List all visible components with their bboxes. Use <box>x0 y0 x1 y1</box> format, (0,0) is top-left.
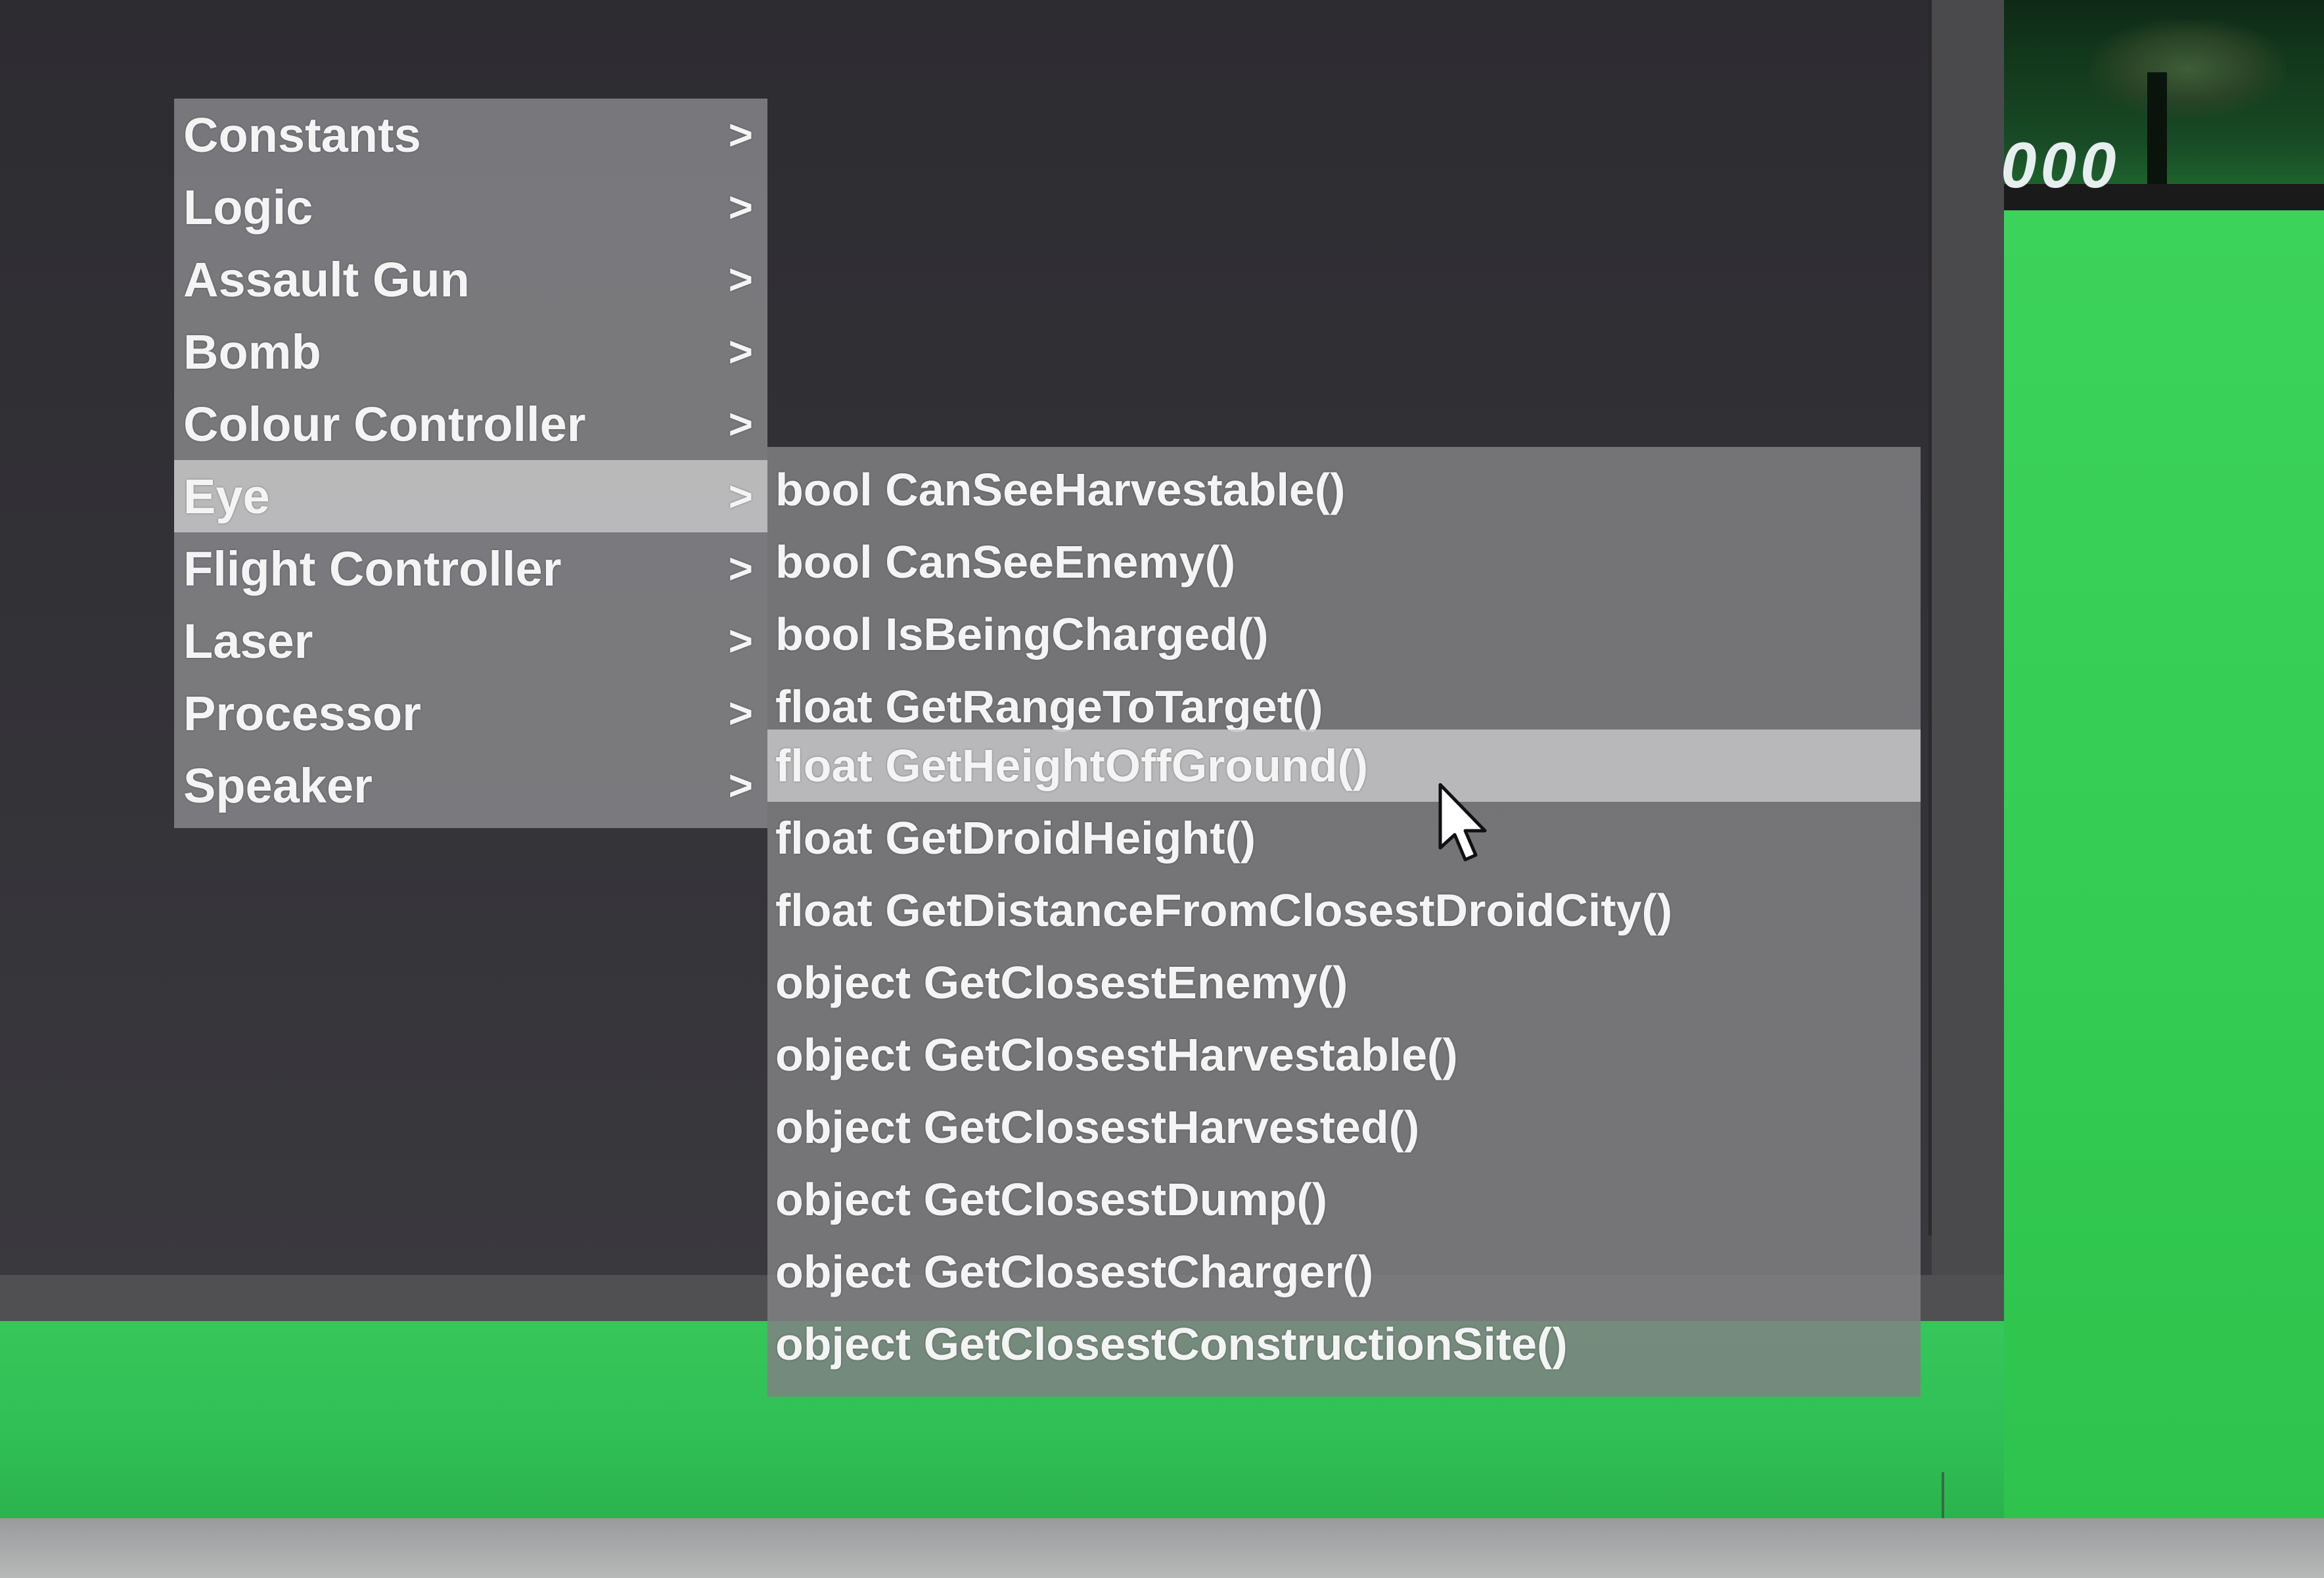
submenu-arrow-icon: > <box>728 111 753 158</box>
submenu-item-get-closest-construction-site[interactable]: object GetClosestConstructionSite() <box>767 1308 1921 1380</box>
submenu-arrow-icon: > <box>728 183 753 231</box>
menu-item-label: Laser <box>183 613 313 668</box>
menu-item-logic[interactable]: Logic > <box>174 171 767 243</box>
menu-item-label: Processor <box>183 685 421 741</box>
submenu-item-get-distance-from-closest-droid-city[interactable]: float GetDistanceFromClosestDroidCity() <box>767 874 1921 946</box>
submenu-arrow-icon: > <box>728 762 753 809</box>
menu-item-flight-controller[interactable]: Flight Controller > <box>174 532 767 605</box>
submenu-arrow-icon: > <box>728 256 753 303</box>
submenu-arrow-icon: > <box>728 328 753 375</box>
submenu-item-get-height-off-ground[interactable]: float GetHeightOffGround() <box>767 730 1921 802</box>
menu-item-laser[interactable]: Laser > <box>174 605 767 677</box>
menu-item-label: Bomb <box>183 324 321 379</box>
submenu-item-get-closest-charger[interactable]: object GetClosestCharger() <box>767 1236 1921 1308</box>
menu-item-label: Constants <box>183 107 421 162</box>
submenu-item-can-see-harvestable[interactable]: bool CanSeeHarvestable() <box>767 453 1921 526</box>
taskbar <box>0 1518 2324 1578</box>
menu-item-label: Assault Gun <box>183 252 470 307</box>
eye-submenu: bool CanSeeHarvestable() bool CanSeeEnem… <box>767 447 1921 1397</box>
submenu-arrow-icon: > <box>728 400 753 448</box>
submenu-item-get-closest-enemy[interactable]: object GetClosestEnemy() <box>767 946 1921 1019</box>
submenu-item-get-closest-harvested[interactable]: object GetClosestHarvested() <box>767 1091 1921 1163</box>
menu-item-label: Logic <box>183 179 313 235</box>
menu-item-label: Speaker <box>183 758 373 813</box>
game-view <box>2004 0 2324 1578</box>
submenu-item-can-see-enemy[interactable]: bool CanSeeEnemy() <box>767 526 1921 598</box>
score-counter: 000 <box>2001 129 2120 201</box>
submenu-arrow-icon: > <box>728 473 753 520</box>
menu-item-eye[interactable]: Eye > <box>174 460 767 532</box>
menu-item-processor[interactable]: Processor > <box>174 677 767 749</box>
submenu-item-is-being-charged[interactable]: bool IsBeingCharged() <box>767 598 1921 670</box>
menu-item-bomb[interactable]: Bomb > <box>174 315 767 388</box>
menu-item-label: Flight Controller <box>183 541 562 596</box>
menu-item-speaker[interactable]: Speaker > <box>174 749 767 822</box>
menu-item-label: Eye <box>183 469 270 524</box>
submenu-arrow-icon: > <box>728 545 753 592</box>
submenu-arrow-icon: > <box>728 617 753 664</box>
submenu-arrow-icon: > <box>728 689 753 737</box>
menu-item-colour-controller[interactable]: Colour Controller > <box>174 388 767 460</box>
mouse-pointer-icon <box>1438 783 1487 862</box>
submenu-item-get-droid-height[interactable]: float GetDroidHeight() <box>767 802 1921 874</box>
floor-divider <box>1942 1472 1944 1518</box>
menu-item-constants[interactable]: Constants > <box>174 99 767 171</box>
menu-item-label: Colour Controller <box>183 396 586 452</box>
menu-item-assault-gun[interactable]: Assault Gun > <box>174 243 767 315</box>
component-menu: Constants > Logic > Assault Gun > Bomb >… <box>174 99 767 828</box>
tree-canopy <box>2089 20 2287 118</box>
submenu-item-get-closest-dump[interactable]: object GetClosestDump() <box>767 1163 1921 1236</box>
submenu-item-get-closest-harvestable[interactable]: object GetClosestHarvestable() <box>767 1019 1921 1091</box>
